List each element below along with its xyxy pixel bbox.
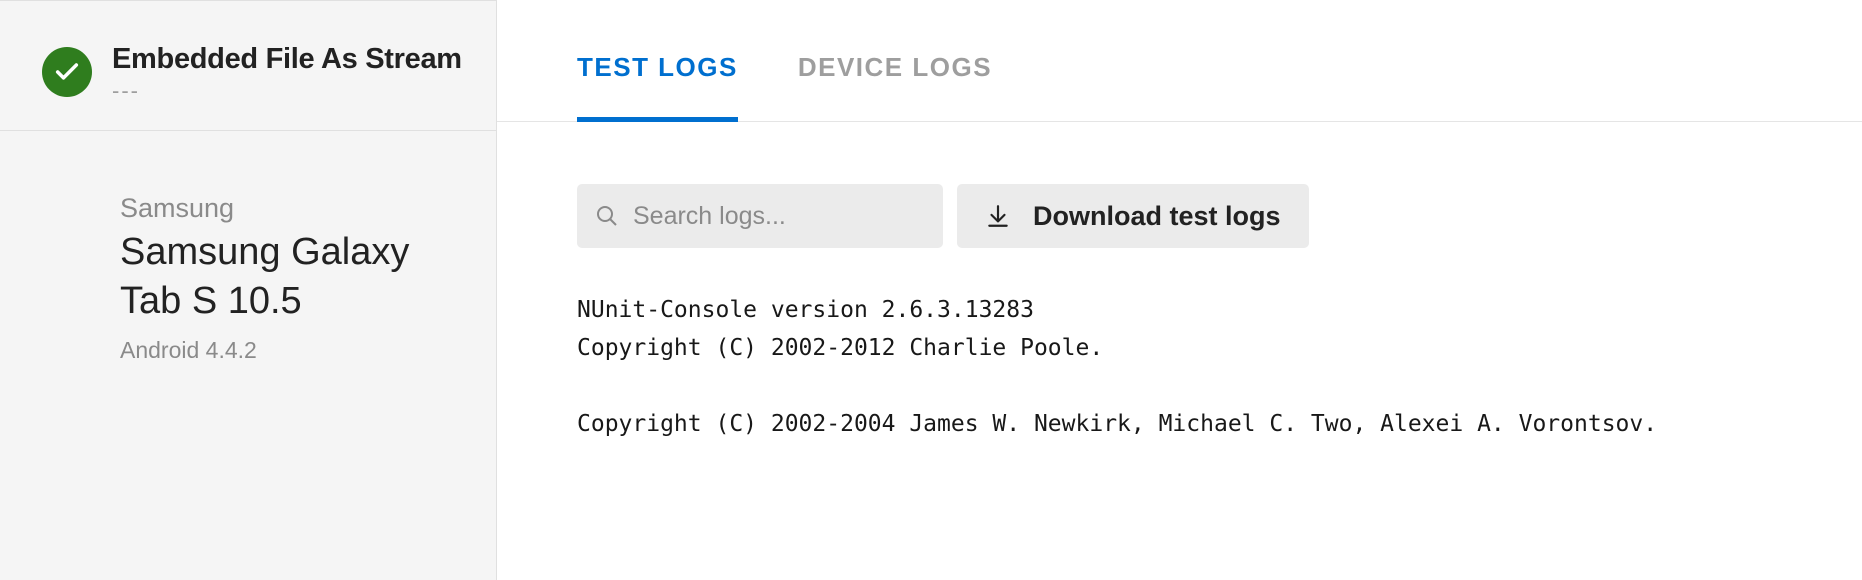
download-icon <box>985 203 1011 229</box>
toolbar: Download test logs <box>577 184 1782 248</box>
test-subtitle: --- <box>112 78 466 104</box>
download-test-logs-button[interactable]: Download test logs <box>957 184 1309 248</box>
search-input[interactable] <box>633 202 925 231</box>
status-passed-icon <box>42 47 92 97</box>
main-panel: TEST LOGS DEVICE LOGS Download test logs <box>497 0 1862 580</box>
download-label: Download test logs <box>1033 201 1281 232</box>
test-title: Embedded File As Stream <box>112 43 466 76</box>
tab-device-logs[interactable]: DEVICE LOGS <box>798 52 992 121</box>
tabs: TEST LOGS DEVICE LOGS <box>497 0 1862 122</box>
search-icon <box>595 204 619 228</box>
sidebar-header: Embedded File As Stream --- <box>0 1 496 131</box>
sidebar: Embedded File As Stream --- Samsung Sams… <box>0 0 497 580</box>
tab-test-logs[interactable]: TEST LOGS <box>577 52 738 121</box>
content: Download test logs NUnit-Console version… <box>497 122 1862 444</box>
search-box[interactable] <box>577 184 943 248</box>
log-output[interactable]: NUnit-Console version 2.6.3.13283 Copyri… <box>577 292 1782 444</box>
device-info: Samsung Samsung Galaxy Tab S 10.5 Androi… <box>0 131 496 394</box>
device-vendor: Samsung <box>120 193 466 224</box>
device-name: Samsung Galaxy Tab S 10.5 <box>120 228 466 327</box>
device-os: Android 4.4.2 <box>120 337 466 364</box>
header-text: Embedded File As Stream --- <box>112 43 466 104</box>
